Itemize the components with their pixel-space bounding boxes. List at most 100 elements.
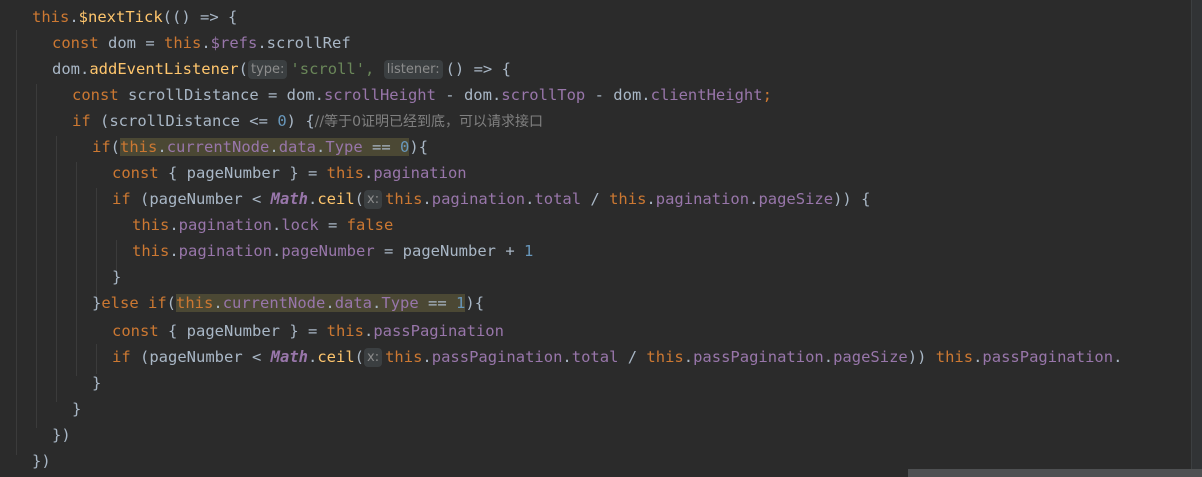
token: . [823, 348, 834, 366]
token: pageSize [833, 348, 908, 366]
token: Type [381, 294, 419, 312]
token: . [307, 348, 318, 366]
code-line-12[interactable]: }else if(this.currentNode.data.Type == 1… [0, 290, 1202, 316]
token: . [316, 138, 326, 156]
token: . [562, 348, 572, 366]
parameter-hint: listener: [383, 60, 443, 79]
code-line-14[interactable]: if (pageNumber < Math.ceil(x: this.passPa… [0, 344, 1202, 370]
token: clientHeight [650, 86, 763, 104]
token: pagination [178, 216, 272, 234]
token: . [169, 242, 179, 260]
token: Math [270, 190, 308, 208]
token: )) { [833, 190, 871, 208]
token: const [112, 164, 168, 182]
code-line-7[interactable]: const { pageNumber } = this.pagination [0, 160, 1202, 186]
token: . [422, 348, 432, 366]
search-highlight: this.currentNode.data.Type == 0 [120, 138, 410, 156]
token: . [363, 322, 374, 340]
code-line-16[interactable]: } [0, 396, 1202, 422]
horizontal-scrollbar-thumb[interactable] [908, 469, 1202, 477]
token: ){ [409, 138, 429, 156]
code-line-10[interactable]: this.pagination.pageNumber = pageNumber … [0, 238, 1202, 264]
vertical-scrollbar[interactable] [1191, 0, 1202, 477]
code-line-9[interactable]: this.pagination.lock = false [0, 212, 1202, 238]
token: this [326, 164, 364, 182]
token: . [683, 348, 694, 366]
token: . [169, 216, 179, 234]
token: / [618, 348, 647, 366]
code-editor[interactable]: this.$nextTick(() => { const dom = this.… [0, 0, 1202, 477]
token: . [363, 164, 374, 182]
token: this [164, 34, 202, 52]
code-line-3[interactable]: dom.addEventListener(type:'scroll', list… [0, 56, 1202, 82]
token: pagination [431, 190, 526, 208]
code-line-15[interactable]: } [0, 370, 1202, 396]
token: (pageNumber < [140, 348, 271, 366]
token: } [92, 294, 102, 312]
parameter-hint: x: [364, 348, 383, 367]
token: scrollHeight [323, 86, 436, 104]
parameter-hint: type: [247, 60, 288, 79]
code-line-1[interactable]: this.$nextTick(() => { [0, 4, 1202, 30]
token: scrollDistance = dom. [128, 86, 324, 104]
token: const [52, 34, 108, 52]
token: { pageNumber } = [168, 164, 327, 182]
token: ( [238, 60, 248, 78]
token: if [112, 348, 140, 366]
token: dom = [108, 34, 164, 52]
code-line-5[interactable]: if (scrollDistance <= 0) {//等于0证明已经到底，可以… [0, 108, 1202, 134]
token: if [112, 190, 140, 208]
token: this [326, 322, 364, 340]
token: - dom. [435, 86, 502, 104]
token: = [318, 216, 347, 234]
token: const [72, 86, 128, 104]
token: this [609, 190, 647, 208]
token: . [1113, 348, 1123, 366]
token: this [385, 190, 423, 208]
code-line-2[interactable]: const dom = this.$refs.scrollRef [0, 30, 1202, 56]
token: addEventListener [89, 60, 239, 78]
token: = pageNumber + [374, 242, 524, 260]
token: (() => { [162, 8, 238, 26]
token: (pageNumber < [140, 190, 271, 208]
token: dom. [52, 60, 90, 78]
token: } [112, 268, 122, 286]
token: ceil [317, 190, 355, 208]
code-line-13[interactable]: const { pageNumber } = this.passPaginati… [0, 318, 1202, 344]
token: currentNode [222, 294, 326, 312]
token: - dom. [585, 86, 651, 104]
token: . [201, 34, 211, 52]
token: . [422, 190, 432, 208]
token: )) [907, 348, 936, 366]
code-line-6[interactable]: if(this.currentNode.data.Type == 0){ [0, 134, 1202, 160]
token: .scrollRef [257, 34, 351, 52]
token: this [176, 294, 214, 312]
token: this [120, 138, 158, 156]
token: this [385, 348, 423, 366]
token: . [307, 190, 318, 208]
token: this [935, 348, 974, 366]
token: pagination [655, 190, 750, 208]
token: . [372, 294, 382, 312]
token: 0 [277, 112, 287, 130]
code-line-8[interactable]: if (pageNumber < Math.ceil(x: this.pagina… [0, 186, 1202, 212]
token: . [272, 216, 282, 234]
token: pagination [178, 242, 272, 260]
token: ( [354, 190, 364, 208]
token: total [534, 190, 582, 208]
token: this [132, 216, 170, 234]
token: . [272, 242, 282, 260]
token: ){ [465, 294, 485, 312]
code-line-11[interactable]: } [0, 264, 1202, 290]
token: ; [762, 86, 772, 104]
token: passPagination [982, 348, 1114, 366]
token: ceil [317, 348, 355, 366]
token: ( [110, 138, 121, 156]
code-line-17[interactable]: }) [0, 422, 1202, 448]
token: currentNode [166, 138, 270, 156]
token: passPagination [693, 348, 824, 366]
code-comment: //等于0证明已经到底，可以请求接口 [314, 114, 543, 130]
token: . [646, 190, 656, 208]
token: if [92, 138, 111, 156]
code-line-4[interactable]: const scrollDistance = dom.scrollHeight … [0, 82, 1202, 108]
